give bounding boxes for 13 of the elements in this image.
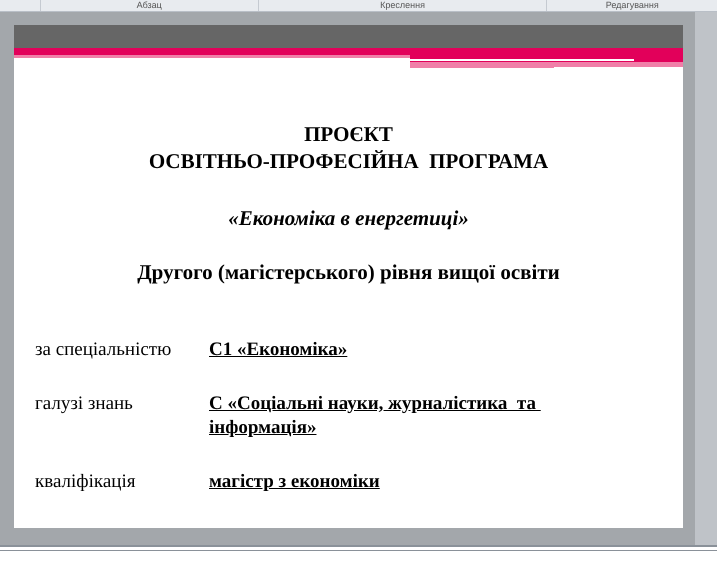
slide-title: ПРОЄКТ: [304, 121, 393, 148]
field-value: С1 «Економіка»: [209, 338, 348, 362]
field-value: С «Соціальні науки, журналістика та інформація»: [209, 392, 537, 440]
field-value: магістр з економіки: [209, 470, 381, 494]
field-label: галузі знань: [35, 392, 134, 416]
program-name: «Економіка в енергетиці»: [228, 205, 469, 232]
slide-title: ОСВІТНЬО-ПРОФЕСІЙНА ПРОГРАМА: [148, 148, 548, 175]
field-label: кваліфікація: [35, 470, 136, 494]
degree-level: Другого (магістерського) рівня вищої освіти: [137, 258, 560, 286]
ribbon-group-label: Абзац: [40, 0, 258, 11]
field-label: за спеціальністю: [35, 338, 172, 362]
ribbon-group-label: Креслення: [258, 0, 546, 11]
ribbon-group-label: Редагування: [546, 0, 717, 11]
